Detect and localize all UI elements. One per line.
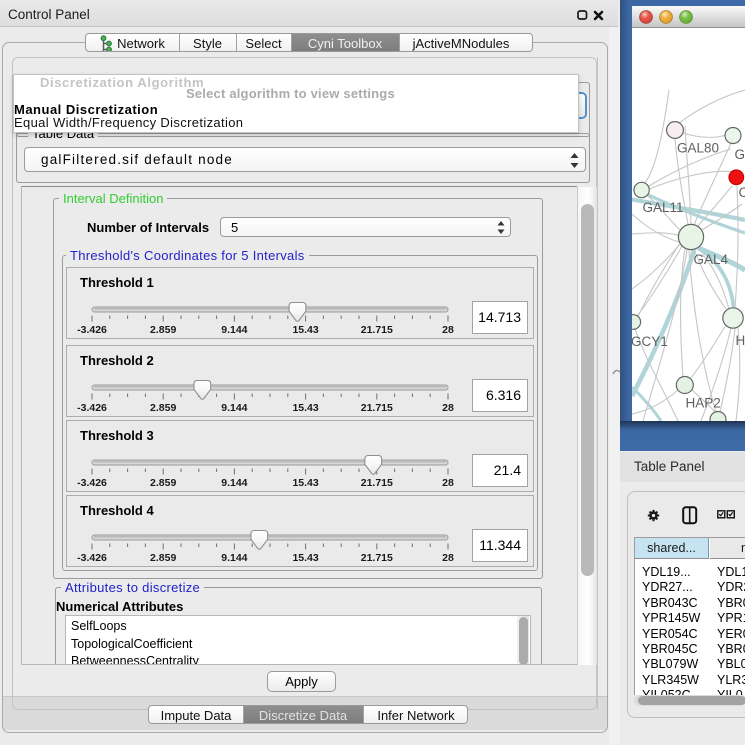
svg-text:2.859: 2.859 [150,552,176,564]
svg-text:GAL11: GAL11 [643,200,684,215]
svg-text:C: C [739,185,745,200]
svg-text:21.715: 21.715 [361,477,393,489]
svg-text:21.715: 21.715 [361,402,393,414]
svg-text:28: 28 [442,477,454,489]
svg-text:9.144: 9.144 [221,552,247,564]
svg-text:GA: GA [735,147,745,162]
svg-text:-3.426: -3.426 [77,552,107,564]
svg-text:21.715: 21.715 [361,552,393,564]
svg-text:9.144: 9.144 [221,402,247,414]
svg-text:GAL4: GAL4 [694,252,729,267]
svg-text:2.859: 2.859 [150,324,176,336]
svg-text:GCY1: GCY1 [632,334,668,349]
svg-text:9.144: 9.144 [221,477,247,489]
svg-text:2.859: 2.859 [150,477,176,489]
svg-text:21.715: 21.715 [361,324,393,336]
svg-text:-3.426: -3.426 [77,477,107,489]
svg-text:-3.426: -3.426 [77,402,107,414]
svg-text:9.144: 9.144 [221,324,247,336]
svg-text:-3.426: -3.426 [77,324,107,336]
svg-text:28: 28 [442,402,454,414]
svg-text:GAL80: GAL80 [677,141,719,156]
svg-text:15.43: 15.43 [292,477,318,489]
svg-text:28: 28 [442,552,454,564]
svg-text:2.859: 2.859 [150,402,176,414]
svg-text:15.43: 15.43 [292,552,318,564]
svg-text:H: H [736,333,745,348]
svg-text:28: 28 [442,324,454,336]
svg-text:15.43: 15.43 [292,402,318,414]
svg-text:15.43: 15.43 [292,324,318,336]
svg-text:HAP2: HAP2 [686,396,721,411]
